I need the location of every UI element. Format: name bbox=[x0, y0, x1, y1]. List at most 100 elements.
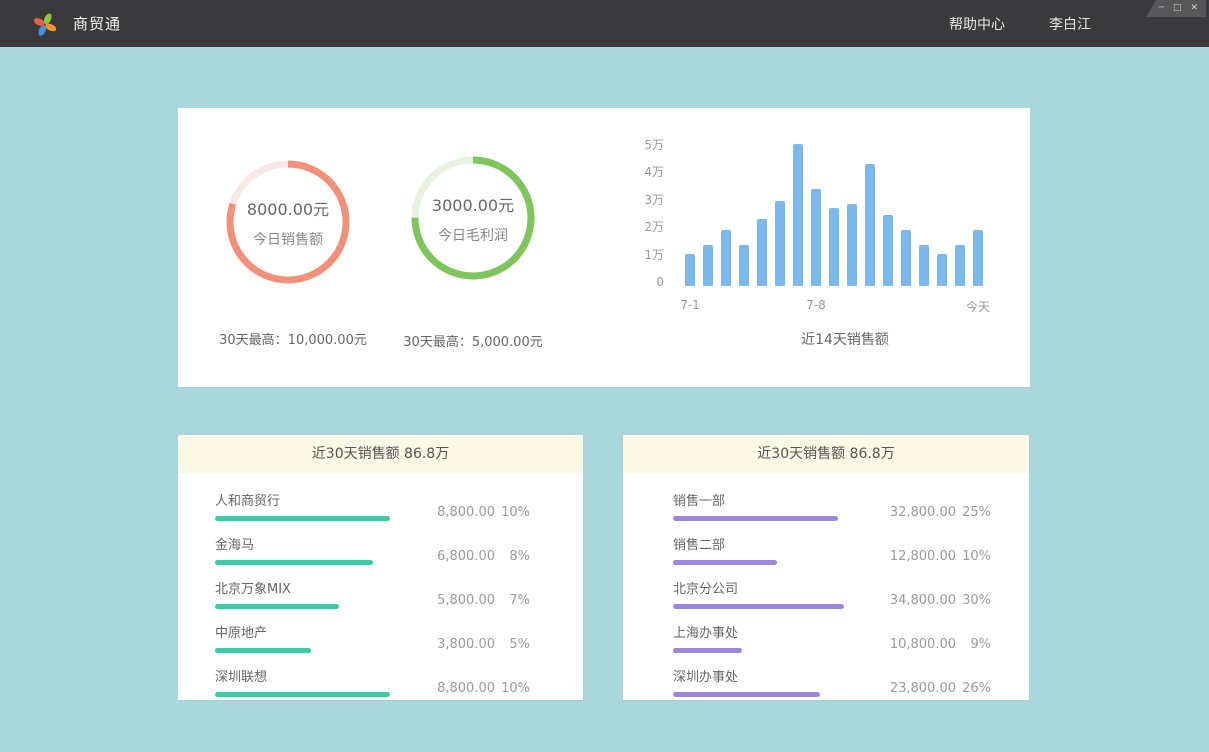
y-tick-label: 3万 bbox=[624, 193, 664, 207]
item-name: 中原地产 bbox=[215, 622, 437, 641]
item-percent: 7% bbox=[500, 593, 530, 608]
item-name: 深圳联想 bbox=[215, 666, 437, 685]
bar bbox=[703, 245, 713, 286]
item-amount: 34,800.00 bbox=[890, 593, 956, 608]
x-tick-label: 今天 bbox=[966, 298, 990, 315]
y-tick-label: 4万 bbox=[624, 165, 664, 179]
bar bbox=[739, 245, 749, 286]
bar bbox=[847, 204, 857, 286]
maximize-button[interactable]: □ bbox=[1173, 0, 1182, 17]
item-amount: 3,800.00 bbox=[437, 637, 495, 652]
user-menu[interactable]: 李白江 bbox=[1049, 14, 1091, 34]
y-tick-label: 5万 bbox=[624, 138, 664, 152]
item-name: 上海办事处 bbox=[673, 622, 890, 641]
customer-card-title: 近30天销售额 86.8万 bbox=[178, 435, 583, 473]
item-amount: 6,800.00 bbox=[437, 549, 495, 564]
item-percent: 9% bbox=[961, 637, 991, 652]
department-list: 销售一部32,800.00 25% 销售二部12,800.00 10% 北京分公司34,… bbox=[623, 473, 1029, 697]
today-sales-gauge: 8000.00元 今日销售额 bbox=[223, 157, 353, 287]
today-profit-30d-max: 30天最高：5,000.00元 bbox=[363, 331, 583, 350]
item-bar bbox=[673, 516, 838, 521]
list-item: 上海办事处10,800.00 9% bbox=[673, 622, 991, 653]
y-tick-label: 2万 bbox=[624, 220, 664, 234]
item-percent: 26% bbox=[961, 681, 991, 696]
bar-chart-title: 近14天销售额 bbox=[801, 329, 889, 349]
list-item: 北京万象MIX5,800.00 7% bbox=[215, 578, 530, 609]
list-item: 北京分公司34,800.0030% bbox=[673, 578, 991, 609]
customer-list: 人和商贸行8,800.0010%金海马6,800.008%北京万象MIX5,80… bbox=[178, 473, 583, 697]
bar bbox=[919, 245, 929, 286]
x-tick-label: 7-8 bbox=[806, 298, 826, 312]
list-item: 人和商贸行8,800.00 10% bbox=[215, 490, 530, 521]
bar bbox=[829, 208, 839, 286]
item-name: 北京万象MIX bbox=[215, 578, 437, 597]
list-item: 销售一部32,800.00 25% bbox=[673, 490, 991, 521]
item-name: 销售二部 bbox=[673, 534, 890, 553]
item-amount: 8,800.00 bbox=[437, 505, 495, 520]
item-percent: 10% bbox=[500, 681, 530, 696]
bar-series bbox=[685, 144, 983, 286]
app-window: 商贸通 帮助中心 李白江 ─ □ ✕ 8000.00元 今日销售额 30天最高：… bbox=[0, 0, 1209, 752]
item-name: 深圳办事处 bbox=[673, 666, 890, 685]
app-logo-icon bbox=[30, 8, 60, 40]
item-bar bbox=[673, 648, 742, 653]
item-amount: 8,800.00 bbox=[437, 681, 495, 696]
item-amount: 10,800.00 bbox=[890, 637, 956, 652]
sales-14d-bar-chart: 5万4万3万2万1万0 7-17-8今天 bbox=[640, 130, 1012, 340]
bar bbox=[883, 215, 893, 286]
bar bbox=[775, 201, 785, 286]
item-percent: 10% bbox=[961, 549, 991, 564]
y-tick-label: 1万 bbox=[624, 248, 664, 262]
today-sales-caption: 今日销售额 bbox=[253, 229, 323, 249]
item-percent: 8% bbox=[500, 549, 530, 564]
item-name: 销售一部 bbox=[673, 490, 890, 509]
item-amount: 23,800.00 bbox=[890, 681, 956, 696]
today-summary-card: 8000.00元 今日销售额 30天最高：10,000.00元 3000.00元… bbox=[178, 108, 1030, 387]
item-percent: 25% bbox=[961, 505, 991, 520]
item-percent: 10% bbox=[500, 505, 530, 520]
item-bar bbox=[215, 692, 390, 697]
list-item: 金海马6,800.008% bbox=[215, 534, 530, 565]
bar bbox=[937, 254, 947, 286]
item-amount: 32,800.00 bbox=[890, 505, 956, 520]
y-tick-label: 0 bbox=[624, 275, 664, 289]
bar bbox=[811, 189, 821, 286]
item-bar bbox=[215, 560, 373, 565]
bar bbox=[865, 164, 875, 286]
close-button[interactable]: ✕ bbox=[1190, 0, 1198, 17]
department-sales-card: 近30天销售额 86.8万 销售一部32,800.00 25% 销售二部12,800… bbox=[623, 435, 1029, 700]
bar bbox=[901, 230, 911, 286]
customer-sales-card: 近30天销售额 86.8万 人和商贸行8,800.0010%金海马6,800.0… bbox=[178, 435, 583, 700]
app-title: 商贸通 bbox=[73, 13, 121, 34]
help-center-link[interactable]: 帮助中心 bbox=[949, 14, 1005, 34]
today-profit-caption: 今日毛利润 bbox=[438, 225, 508, 245]
item-amount: 5,800.00 bbox=[437, 593, 495, 608]
department-card-title: 近30天销售额 86.8万 bbox=[623, 435, 1029, 473]
item-name: 北京分公司 bbox=[673, 578, 890, 597]
titlebar: 商贸通 帮助中心 李白江 ─ □ ✕ bbox=[0, 0, 1209, 47]
item-percent: 5% bbox=[500, 637, 530, 652]
today-sales-value: 8000.00元 bbox=[247, 196, 329, 220]
item-bar bbox=[673, 560, 777, 565]
item-name: 人和商贸行 bbox=[215, 490, 437, 509]
bar bbox=[685, 254, 695, 286]
item-bar bbox=[215, 648, 311, 653]
today-profit-gauge: 3000.00元 今日毛利润 bbox=[408, 153, 538, 283]
x-tick-label: 7-1 bbox=[680, 298, 700, 312]
list-item: 中原地产3,800.00 5% bbox=[215, 622, 530, 653]
minimize-button[interactable]: ─ bbox=[1159, 0, 1164, 17]
bar bbox=[757, 219, 767, 286]
item-bar bbox=[215, 516, 390, 521]
item-bar bbox=[673, 604, 844, 609]
list-item: 销售二部12,800.00 10% bbox=[673, 534, 991, 565]
bar bbox=[793, 144, 803, 286]
list-item: 深圳联想8,800.00 10% bbox=[215, 666, 530, 697]
bar bbox=[973, 230, 983, 286]
item-amount: 12,800.00 bbox=[890, 549, 956, 564]
item-bar bbox=[673, 692, 820, 697]
list-item: 深圳办事处23,800.00 26% bbox=[673, 666, 991, 697]
today-profit-value: 3000.00元 bbox=[432, 192, 514, 216]
bar bbox=[721, 230, 731, 286]
item-bar bbox=[215, 604, 339, 609]
window-controls: ─ □ ✕ bbox=[1146, 0, 1206, 17]
